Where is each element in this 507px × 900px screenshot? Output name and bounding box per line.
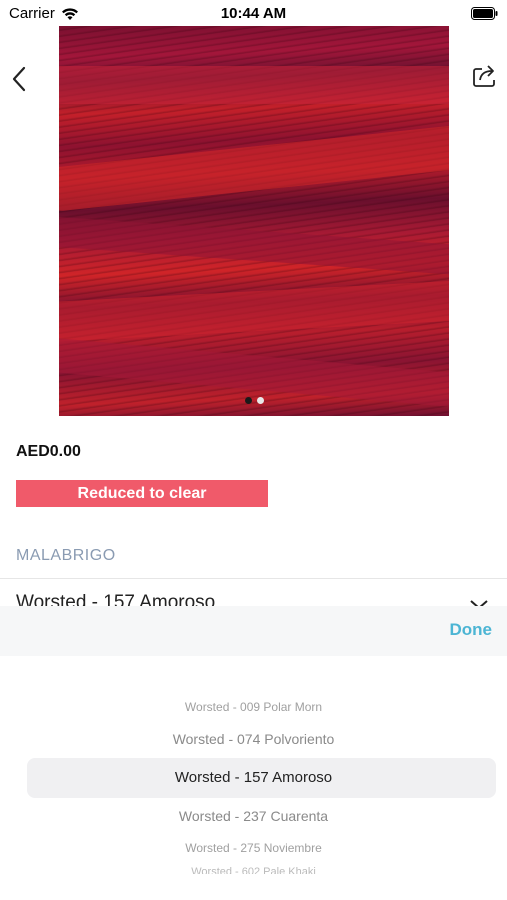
product-image-carousel[interactable] [59, 26, 449, 416]
share-button[interactable] [471, 60, 499, 90]
back-button[interactable] [6, 64, 32, 94]
status-bar: Carrier 10:44 AM [0, 0, 507, 26]
share-icon [473, 65, 495, 87]
page-dot [256, 397, 264, 404]
image-page-indicator [59, 397, 449, 404]
chevron-left-icon [12, 66, 26, 92]
picker-option[interactable]: Worsted - 602 Pale Khaki [0, 866, 507, 874]
picker-option-selected[interactable]: Worsted - 157 Amoroso [0, 769, 507, 786]
page-dot-active [244, 397, 252, 404]
divider [0, 578, 507, 579]
picker-option[interactable]: Worsted - 275 Noviembre [0, 841, 507, 855]
done-button[interactable]: Done [450, 620, 493, 640]
battery-icon [471, 7, 498, 20]
product-price: AED0.00 [16, 443, 81, 460]
clock: 10:44 AM [220, 5, 287, 22]
sale-badge: Reduced to clear [16, 480, 268, 507]
picker-toolbar [0, 606, 507, 656]
picker-option[interactable]: Worsted - 009 Polar Morn [0, 700, 507, 714]
brand-name: MALABRIGO [16, 547, 116, 564]
picker-option[interactable]: Worsted - 237 Cuarenta [0, 808, 507, 824]
picker-option[interactable]: Worsted - 074 Polvoriento [0, 731, 507, 747]
